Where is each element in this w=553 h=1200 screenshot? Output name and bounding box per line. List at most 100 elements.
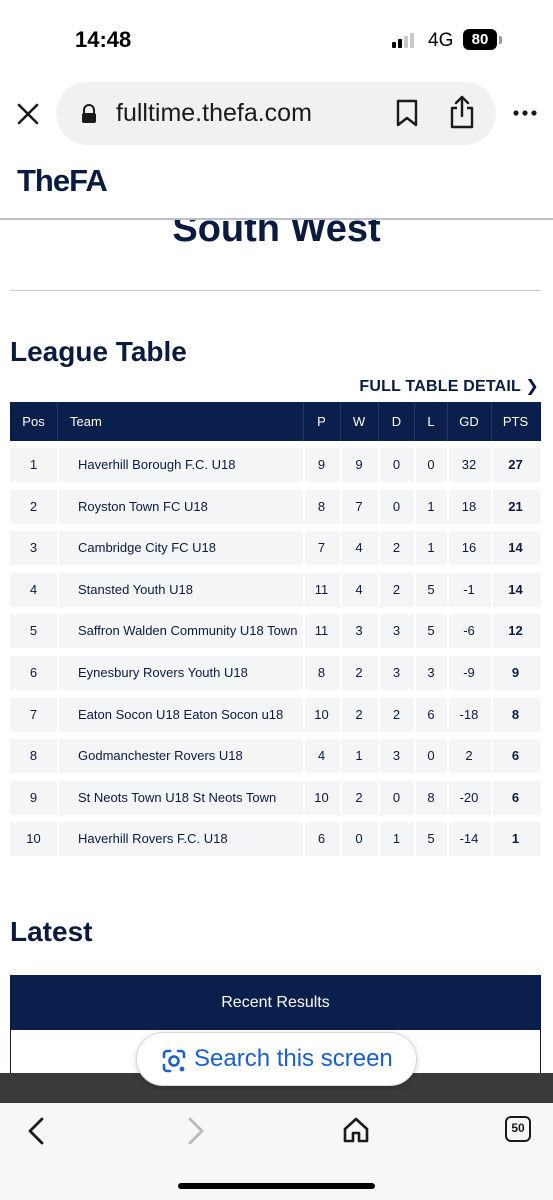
recent-results-tab[interactable]: Recent Results	[10, 975, 541, 1030]
cell-team[interactable]: Eaton Socon U18 Eaton Socon u18	[78, 698, 314, 732]
cell-won: 7	[355, 499, 363, 514]
cell-team[interactable]: Eynesbury Rovers Youth U18	[78, 656, 314, 690]
table-row[interactable]: 6 Eynesbury Rovers Youth U18 8 2 3 3 -9 9	[10, 656, 541, 690]
share-icon[interactable]	[448, 94, 476, 130]
cell-pos: 8	[29, 748, 38, 763]
cell-played: 11	[314, 623, 329, 638]
cell-pos: 1	[29, 457, 38, 472]
cell-pos: 5	[29, 623, 38, 638]
cell-points: 8	[511, 707, 520, 722]
col-goal-diff: GD	[459, 414, 479, 429]
cell-goal-diff: -14	[459, 831, 479, 846]
cell-team[interactable]: Haverhill Borough F.C. U18	[78, 448, 314, 482]
cell-drawn: 3	[392, 665, 401, 680]
table-row[interactable]: 7 Eaton Socon U18 Eaton Socon u18 10 2 2 6 -18…	[10, 698, 541, 732]
cell-points: 6	[511, 790, 520, 805]
table-row[interactable]: 2 Royston Town FC U18 8 7 0 1 18 21	[10, 490, 541, 524]
col-won: W	[352, 414, 366, 429]
latest-title: Latest	[10, 916, 93, 947]
cell-won: 4	[355, 582, 363, 597]
cell-played: 6	[317, 831, 326, 846]
table-row[interactable]: 8 Godmanchester Rovers U18 4 1 3 0 2 6	[10, 739, 541, 773]
cell-points: 12	[508, 623, 523, 638]
cell-lost: 1	[427, 540, 435, 555]
cell-pos: 7	[29, 707, 38, 722]
close-icon[interactable]	[14, 100, 42, 128]
cell-goal-diff: -9	[463, 665, 475, 680]
cell-drawn: 2	[392, 707, 401, 722]
full-table-detail-link[interactable]: FULL TABLE DETAIL ❯	[359, 376, 539, 396]
region-title: South West	[172, 208, 381, 250]
cell-points: 1	[511, 831, 520, 846]
cell-played: 11	[314, 582, 329, 597]
tabs-count: 50	[511, 1121, 525, 1135]
cell-played: 7	[317, 540, 326, 555]
more-options-icon[interactable]	[512, 104, 538, 122]
cell-points: 21	[508, 499, 523, 514]
cell-played: 8	[317, 499, 326, 514]
section-divider	[10, 290, 541, 291]
cell-team[interactable]: Stansted Youth U18	[78, 573, 314, 607]
url-text[interactable]: fulltime.thefa.com	[116, 99, 312, 128]
address-bar[interactable]: fulltime.thefa.com	[56, 82, 496, 145]
search-this-screen-button[interactable]: Search this screen	[136, 1032, 417, 1086]
status-bar: 14:48 4G 80	[0, 0, 553, 80]
back-icon[interactable]	[24, 1117, 48, 1145]
header-divider	[0, 218, 553, 220]
cell-goal-diff: 32	[461, 457, 477, 472]
status-time: 14:48	[75, 27, 132, 52]
cell-won: 0	[355, 831, 363, 846]
table-row[interactable]: 9 St Neots Town U18 St Neots Town 10 2 0 8 -20…	[10, 781, 541, 815]
cell-lost: 6	[427, 707, 435, 722]
cell-pos: 9	[29, 790, 38, 805]
cell-played: 10	[314, 790, 329, 805]
cell-points: 9	[511, 665, 520, 680]
cell-pos: 4	[29, 582, 38, 597]
cell-points: 6	[511, 748, 520, 763]
cell-lost: 0	[427, 748, 435, 763]
cell-goal-diff: -20	[459, 790, 479, 805]
cell-lost: 3	[427, 665, 435, 680]
cell-points: 14	[508, 582, 523, 597]
cell-team[interactable]: St Neots Town U18 St Neots Town	[78, 781, 314, 815]
home-indicator[interactable]	[178, 1183, 375, 1189]
league-table-title: League Table	[10, 336, 187, 367]
tabs-button[interactable]: 50	[505, 1116, 531, 1142]
cell-drawn: 3	[392, 623, 401, 638]
col-pos: Pos	[22, 414, 45, 429]
col-team: Team	[70, 414, 102, 429]
cell-lost: 8	[427, 790, 435, 805]
cell-team[interactable]: Royston Town FC U18	[78, 490, 314, 524]
table-row[interactable]: 3 Cambridge City FC U18 7 4 2 1 16 14	[10, 531, 541, 565]
cell-lost: 0	[427, 457, 435, 472]
battery-tip	[499, 36, 502, 44]
bookmark-icon[interactable]	[394, 98, 420, 128]
col-drawn: D	[391, 414, 402, 429]
forward-icon[interactable]	[184, 1117, 208, 1145]
table-row[interactable]: 1 Haverhill Borough F.C. U18 9 9 0 0 32 27	[10, 448, 541, 482]
cell-lost: 1	[427, 499, 435, 514]
cell-team[interactable]: Haverhill Rovers F.C. U18	[78, 822, 314, 856]
cell-lost: 5	[427, 582, 435, 597]
col-played: P	[317, 414, 326, 429]
table-row[interactable]: 5 Saffron Walden Community U18 Town 11 3 3 5 -…	[10, 614, 541, 648]
home-icon[interactable]	[342, 1116, 370, 1144]
table-row[interactable]: 4 Stansted Youth U18 11 4 2 5 -1 14	[10, 573, 541, 607]
the-fa-logo[interactable]: TheFA	[17, 163, 108, 199]
cell-drawn: 0	[392, 499, 401, 514]
cell-played: 4	[317, 748, 326, 763]
cell-won: 1	[355, 748, 363, 763]
cell-drawn: 0	[392, 790, 401, 805]
search-this-screen-label: Search this screen	[194, 1045, 393, 1072]
cell-goal-diff: -6	[463, 623, 475, 638]
cell-team[interactable]: Saffron Walden Community U18 Town	[78, 614, 314, 648]
cell-team[interactable]: Godmanchester Rovers U18	[78, 739, 314, 773]
lens-icon	[162, 1049, 186, 1073]
cell-won: 9	[355, 457, 363, 472]
cell-goal-diff: 18	[461, 499, 477, 514]
cell-pos: 10	[26, 831, 41, 846]
cell-played: 8	[317, 665, 326, 680]
cell-team[interactable]: Cambridge City FC U18	[78, 531, 314, 565]
table-row[interactable]: 10 Haverhill Rovers F.C. U18 6 0 1 5 -14 1	[10, 822, 541, 856]
table-header: Pos Team P W D L GD PTS	[10, 402, 541, 441]
